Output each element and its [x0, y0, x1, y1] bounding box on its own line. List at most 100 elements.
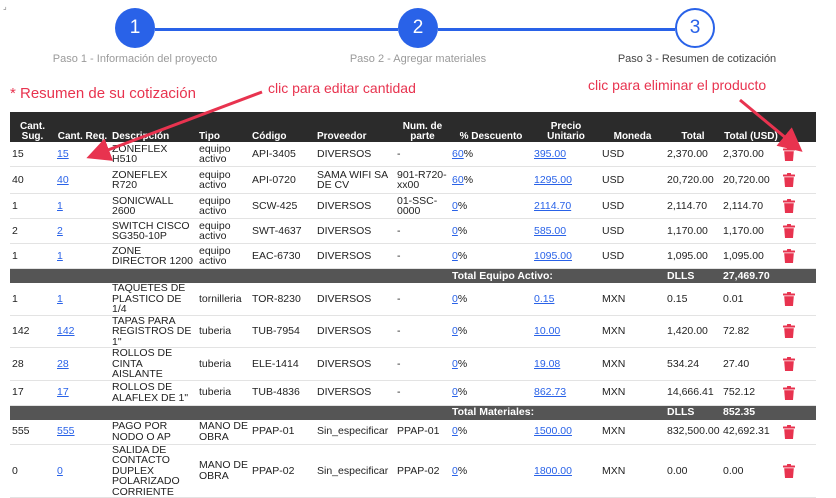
cell-total: 14,666.41	[665, 380, 721, 406]
cell-total-usd: 1,170.00	[721, 218, 781, 244]
price-edit-link[interactable]: 10.00	[534, 325, 560, 337]
delete-trash-icon[interactable]	[783, 249, 795, 263]
total-currency: DLLS	[665, 405, 721, 420]
quantity-edit-link[interactable]: 28	[57, 358, 69, 370]
cell-sug: 0	[10, 444, 55, 498]
percent-sign: %	[457, 425, 468, 438]
quantity-edit-link[interactable]: 0	[57, 465, 63, 477]
cell-total-usd: 1,095.00	[721, 243, 781, 269]
cell-total-usd: 72.82	[721, 315, 781, 348]
col-header-parte: Num. de parte	[395, 112, 450, 142]
cell-proveedor: DIVERSOS	[315, 142, 395, 167]
cell-codigo: ELE-1414	[250, 347, 315, 381]
cell-req: 15	[55, 142, 110, 167]
cell-req: 555	[55, 419, 110, 445]
cell-total-usd: 0.01	[721, 283, 781, 316]
percent-sign: %	[457, 357, 468, 370]
quantity-edit-link[interactable]: 15	[57, 148, 69, 160]
quantity-edit-link[interactable]: 142	[57, 325, 75, 337]
delete-trash-icon[interactable]	[783, 291, 795, 306]
cell-description: PAGO POR NODO O AP	[110, 419, 197, 445]
total-label: Total Materiales:	[450, 405, 600, 420]
cell-moneda: MXN	[600, 419, 665, 445]
cell-sug: 1	[10, 193, 55, 219]
price-edit-link[interactable]: 0.15	[534, 293, 554, 305]
cell-descuento: 0%	[450, 193, 532, 219]
summary-title: * Resumen de su cotización	[10, 85, 196, 102]
quantity-edit-link[interactable]: 555	[57, 425, 75, 437]
cell-sug: 28	[10, 347, 55, 381]
discount-edit-link[interactable]: 60	[452, 174, 464, 186]
cell-descuento: 0%	[450, 380, 532, 406]
quantity-edit-link[interactable]: 1	[57, 250, 63, 262]
cell-precio: 1500.00	[532, 419, 600, 445]
cell-total-usd: 27.40	[721, 347, 781, 381]
price-edit-link[interactable]: 1095.00	[534, 250, 572, 262]
cell-descuento: 0%	[450, 347, 532, 381]
quantity-edit-link[interactable]: 1	[57, 200, 63, 212]
cell-tipo: equipo activo	[197, 243, 250, 269]
total-spacer	[600, 268, 665, 283]
col-header-sug: Cant. Sug.	[10, 112, 55, 142]
cell-moneda: USD	[600, 166, 665, 194]
percent-sign: %	[457, 199, 468, 212]
cell-proveedor: DIVERSOS	[315, 193, 395, 219]
percent-sign: %	[457, 386, 468, 399]
col-header-moneda: Moneda	[600, 112, 665, 142]
cell-proveedor: DIVERSOS	[315, 283, 395, 316]
delete-trash-icon[interactable]	[783, 224, 795, 238]
delete-trash-icon[interactable]	[783, 463, 795, 478]
table-row: 17 17 ROLLOS DE ALAFLEX DE 1" tuberia TUB-48…	[10, 380, 816, 406]
quotation-table: Cant. Sug. Cant. Req. Descripción Tipo C…	[10, 112, 816, 498]
quantity-edit-link[interactable]: 2	[57, 225, 63, 237]
delete-trash-icon[interactable]	[783, 385, 795, 400]
cell-total: 1,170.00	[665, 218, 721, 244]
step-1-circle[interactable]: 1	[115, 8, 155, 48]
cell-tipo: MANO DE OBRA	[197, 444, 250, 498]
discount-edit-link[interactable]: 60	[452, 148, 464, 160]
cell-total: 832,500.00	[665, 419, 721, 445]
delete-trash-icon[interactable]	[783, 324, 795, 339]
cell-total-usd: 2,370.00	[721, 142, 781, 167]
cell-descuento: 0%	[450, 283, 532, 316]
delete-trash-icon[interactable]	[783, 424, 795, 439]
quantity-edit-link[interactable]: 17	[57, 386, 69, 398]
delete-trash-icon[interactable]	[783, 147, 795, 161]
price-edit-link[interactable]: 1500.00	[534, 425, 572, 437]
cell-parte: -	[395, 142, 450, 167]
delete-trash-icon[interactable]	[783, 356, 795, 371]
total-equipo-activo-row: Total Equipo Activo: DLLS 27,469.70	[10, 268, 816, 283]
cell-proveedor: DIVERSOS	[315, 315, 395, 348]
annotation-edit-quantity: clic para editar cantidad	[268, 80, 416, 96]
percent-sign: %	[457, 224, 468, 237]
delete-trash-icon[interactable]	[783, 199, 795, 213]
price-edit-link[interactable]: 395.00	[534, 148, 566, 160]
price-edit-link[interactable]: 862.73	[534, 386, 566, 398]
cell-sug: 40	[10, 166, 55, 194]
col-header-description: Descripción	[110, 112, 197, 142]
cell-moneda: USD	[600, 218, 665, 244]
price-edit-link[interactable]: 1295.00	[534, 174, 572, 186]
quantity-edit-link[interactable]: 40	[57, 174, 69, 186]
cell-parte: 01-SSC-0000	[395, 193, 450, 219]
delete-trash-icon[interactable]	[783, 173, 795, 187]
cell-sug: 1	[10, 283, 55, 316]
cell-req: 1	[55, 283, 110, 316]
cell-tipo: tuberia	[197, 315, 250, 348]
cell-actions	[781, 243, 816, 269]
cell-actions	[781, 142, 816, 167]
price-edit-link[interactable]: 1800.00	[534, 465, 572, 477]
quantity-edit-link[interactable]: 1	[57, 293, 63, 305]
step-2-circle[interactable]: 2	[398, 8, 438, 48]
cell-descuento: 0%	[450, 444, 532, 498]
step-connector-2-3	[438, 28, 675, 31]
price-edit-link[interactable]: 2114.70	[534, 200, 571, 212]
cell-parte: -	[395, 243, 450, 269]
step-3-circle[interactable]: 3	[675, 8, 715, 48]
col-header-req: Cant. Req.	[55, 112, 110, 142]
cell-total: 1,095.00	[665, 243, 721, 269]
price-edit-link[interactable]: 585.00	[534, 225, 566, 237]
cell-parte: PPAP-02	[395, 444, 450, 498]
cell-proveedor: DIVERSOS	[315, 243, 395, 269]
price-edit-link[interactable]: 19.08	[534, 358, 560, 370]
